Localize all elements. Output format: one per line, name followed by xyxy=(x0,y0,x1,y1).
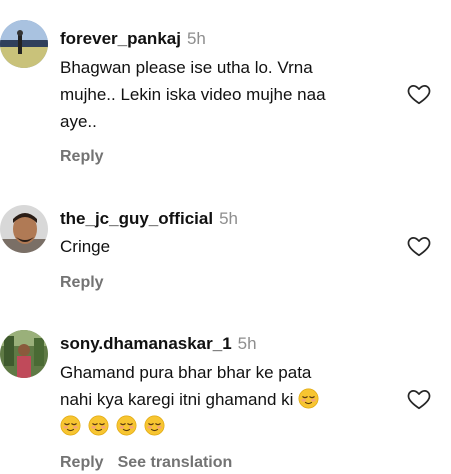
username[interactable]: forever_pankaj xyxy=(60,29,181,48)
comment-text: Cringe xyxy=(60,233,390,260)
relieved-face-emoji xyxy=(60,415,81,436)
comment-line: mujhe.. Lekin iska video mujhe naa xyxy=(60,85,326,104)
relieved-face-emoji xyxy=(88,415,109,436)
comment-line: aye.. xyxy=(60,112,97,131)
reply-button[interactable]: Reply xyxy=(60,274,104,291)
heart-icon[interactable] xyxy=(406,386,432,412)
timestamp: 5h xyxy=(219,209,238,228)
comment-line: Cringe xyxy=(60,237,111,256)
timestamp: 5h xyxy=(237,334,257,353)
heart-icon[interactable] xyxy=(406,233,432,259)
timestamp: 5h xyxy=(186,29,206,48)
comment-line: nahi kya karegi itni ghamand ki xyxy=(60,386,390,413)
reply-button[interactable]: Reply xyxy=(60,454,104,471)
comment-text: Ghamand pura bhar bhar ke pata nahi kya … xyxy=(60,359,390,440)
comment-header: sony.dhamanaskar_1 5h xyxy=(60,334,257,354)
comment-actions: Reply See translation xyxy=(60,454,232,472)
comment-header: the_jc_guy_official 5h xyxy=(60,209,238,229)
emoji-row xyxy=(60,413,390,440)
username[interactable]: sony.dhamanaskar_1 xyxy=(60,334,232,353)
username[interactable]: the_jc_guy_official xyxy=(60,209,213,228)
comment-line: Bhagwan please ise utha lo. Vrna xyxy=(60,58,313,77)
see-translation-button[interactable]: See translation xyxy=(118,454,233,471)
comment-actions: Reply xyxy=(60,274,104,292)
relieved-face-emoji xyxy=(144,415,165,436)
avatar[interactable] xyxy=(0,205,48,253)
comment-line-text: nahi kya karegi itni ghamand ki xyxy=(60,390,294,409)
relieved-face-emoji xyxy=(116,415,137,436)
relieved-face-emoji xyxy=(298,388,319,409)
comment-line: Ghamand pura bhar bhar ke pata xyxy=(60,363,312,382)
reply-button[interactable]: Reply xyxy=(60,148,104,165)
avatar[interactable] xyxy=(0,330,48,378)
comment-header: forever_pankaj 5h xyxy=(60,29,206,49)
comment-actions: Reply xyxy=(60,148,104,166)
heart-icon[interactable] xyxy=(406,81,432,107)
comment-text: Bhagwan please ise utha lo. Vrna mujhe..… xyxy=(60,54,390,135)
avatar[interactable] xyxy=(0,20,48,68)
